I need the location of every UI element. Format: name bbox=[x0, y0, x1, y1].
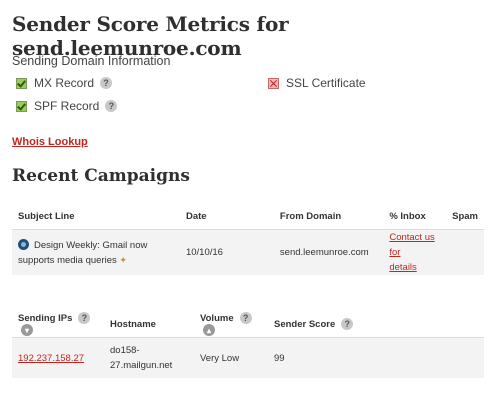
table-header-row: Subject Line Date From Domain % Inbox Sp… bbox=[12, 203, 484, 230]
sender-score-cell: 99 bbox=[268, 337, 484, 378]
col-from-domain: From Domain bbox=[273, 203, 384, 230]
ip-cell: 192.237.158.27 bbox=[12, 337, 104, 378]
subject-line-1: Design Weekly: Gmail now bbox=[34, 239, 148, 251]
sending-ips-label: Sending IPs bbox=[18, 313, 73, 324]
ip-link[interactable]: 192.237.158.27 bbox=[18, 353, 84, 364]
campaigns-table: Subject Line Date From Domain % Inbox Sp… bbox=[12, 203, 484, 275]
table-header-row: Sending IPs ? ▾ Hostname Volume ? ▴ Sender S… bbox=[12, 311, 484, 338]
inbox-cell: Contact us for details bbox=[383, 229, 447, 275]
page: Sender Score Metrics for send.leemunroe.… bbox=[0, 0, 500, 393]
mx-record-label: MX Record bbox=[34, 76, 95, 90]
col-date: Date bbox=[179, 203, 274, 230]
col-volume: Volume ? ▴ bbox=[194, 311, 268, 338]
help-icon[interactable]: ? bbox=[100, 77, 113, 89]
mx-record-check: MX Record ? bbox=[16, 76, 113, 90]
from-domain-cell: send.leemunroe.com bbox=[273, 229, 384, 275]
sending-ips-table: Sending IPs ? ▾ Hostname Volume ? ▴ Sender S… bbox=[12, 311, 484, 378]
hostname-cell: do158- 27.mailgun.net bbox=[104, 337, 194, 378]
col-spam: Spam bbox=[446, 203, 484, 230]
spf-record-check: SPF Record ? bbox=[16, 99, 118, 113]
subject-line-2: supports media queries bbox=[18, 254, 117, 266]
check-icon bbox=[16, 77, 27, 89]
newsletter-icon bbox=[18, 239, 29, 251]
date-cell: 10/10/16 bbox=[179, 229, 274, 275]
check-icon bbox=[16, 100, 27, 112]
spf-record-label: SPF Record bbox=[34, 99, 100, 113]
col-sender-score: Sender Score? bbox=[268, 311, 484, 338]
whois-lookup-link[interactable]: Whois Lookup bbox=[12, 136, 88, 148]
col-subject-line: Subject Line bbox=[12, 203, 180, 230]
help-icon[interactable]: ? bbox=[341, 318, 354, 330]
contact-us-line1[interactable]: Contact us for bbox=[389, 232, 434, 258]
ssl-certificate-check: SSL Certificate bbox=[268, 76, 366, 90]
hostname-line1: do158- bbox=[110, 345, 140, 356]
contact-us-line2[interactable]: details bbox=[389, 262, 416, 273]
col-hostname: Hostname bbox=[104, 311, 194, 338]
party-popper-icon: ✦ bbox=[119, 254, 127, 265]
chevron-down-icon[interactable]: ▾ bbox=[21, 324, 33, 336]
contact-us-link[interactable]: Contact us for details bbox=[389, 232, 434, 273]
page-title: Sender Score Metrics for send.leemunroe.… bbox=[12, 12, 289, 60]
help-icon[interactable]: ? bbox=[105, 100, 118, 112]
table-row: Design Weekly: Gmail now supports media … bbox=[12, 229, 484, 275]
volume-label: Volume bbox=[200, 313, 234, 324]
domain-info-label: Sending Domain Information bbox=[12, 54, 171, 68]
col-inbox: % Inbox bbox=[383, 203, 447, 230]
x-icon bbox=[268, 77, 279, 89]
sender-score-label: Sender Score bbox=[274, 319, 336, 330]
volume-cell: Very Low bbox=[194, 337, 268, 378]
col-sending-ips: Sending IPs ? ▾ bbox=[12, 311, 104, 338]
chevron-up-icon[interactable]: ▴ bbox=[203, 324, 215, 336]
ssl-certificate-label: SSL Certificate bbox=[286, 76, 366, 90]
help-icon[interactable]: ? bbox=[239, 312, 252, 324]
table-row: 192.237.158.27 do158- 27.mailgun.net Ver… bbox=[12, 337, 484, 378]
spam-cell bbox=[446, 229, 484, 275]
help-icon[interactable]: ? bbox=[78, 312, 91, 324]
recent-campaigns-heading: Recent Campaigns bbox=[12, 166, 190, 186]
hostname-line2: 27.mailgun.net bbox=[110, 360, 173, 371]
subject-cell: Design Weekly: Gmail now supports media … bbox=[12, 229, 180, 275]
